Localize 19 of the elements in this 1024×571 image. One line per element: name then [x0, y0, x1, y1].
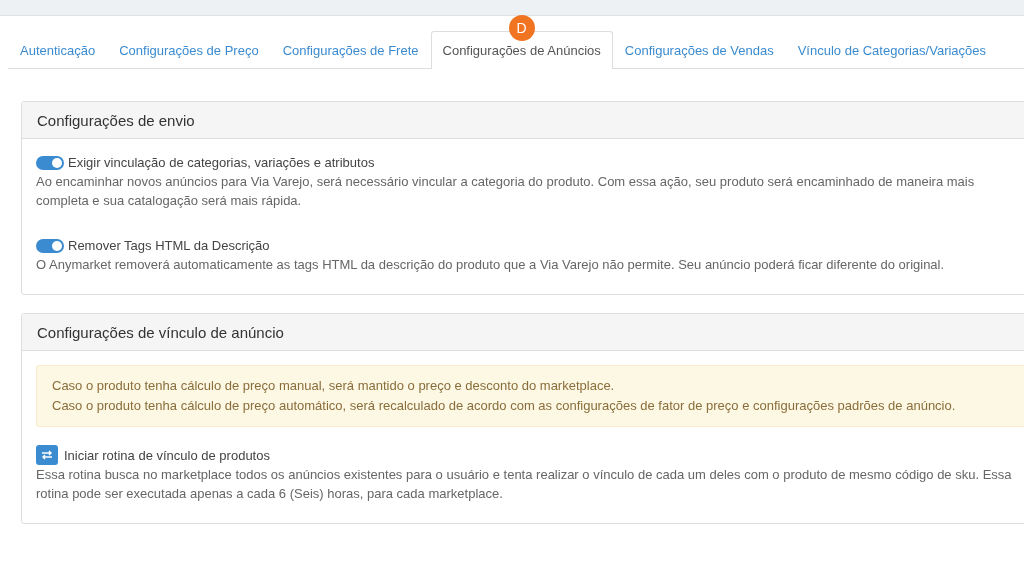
- tab[interactable]: Configurações de Vendas: [612, 31, 786, 69]
- alert-text: Caso o produto tenha cálculo de preço manual, será mantido o preço e desconto do marketplace.: [52, 377, 616, 395]
- setting-label: Remover Tags HTML da Descrição: [68, 237, 270, 255]
- tab[interactable]: Configurações de Preço: [107, 31, 271, 69]
- toggle-switch[interactable]: [36, 238, 64, 253]
- alert-text: Caso o produto tenha cálculo de preço automático, será recalculado de acordo com as configurações de fator de preço e configurações padrões de anúncio.: [52, 397, 957, 415]
- setting-description: Essa rotina busca no marketplace todos os anúncios existentes para o usuário e tenta realizar o vínculo de cada um deles com o produto de mesmo código de sku. Essa rotina pode ser executada apenas a cada 6 (Seis) horas, para cada marketplace.: [36, 466, 1013, 503]
- setting-label: Iniciar rotina de vínculo de produtos: [64, 446, 270, 465]
- swap-arrows-icon: [41, 450, 53, 460]
- tab[interactable]: Configurações de Frete: [270, 31, 431, 69]
- sync-button[interactable]: [36, 445, 58, 465]
- tab[interactable]: Vínculo de Categorias/Variações: [785, 31, 999, 69]
- panel-title: Configurações de vínculo de anúncio: [37, 323, 284, 341]
- tab[interactable]: Autenticação: [8, 31, 108, 69]
- panel-title: Configurações de envio: [37, 111, 195, 129]
- setting-label: Exigir vinculação de categorias, variações e atributos: [68, 154, 375, 172]
- toggle-switch[interactable]: [36, 155, 64, 170]
- setting-description: Ao encaminhar novos anúncios para Via Varejo, será necessário vincular a categoria do produto. Com essa ação, seu produto será encaminhado de maneira mais completa e sua catalogação será mais rápida.: [36, 173, 976, 210]
- setting-description: O Anymarket removerá automaticamente as tags HTML da descrição do produto que a Via Varejo não permite. Seu anúncio poderá ficar diferente do original.: [36, 256, 946, 274]
